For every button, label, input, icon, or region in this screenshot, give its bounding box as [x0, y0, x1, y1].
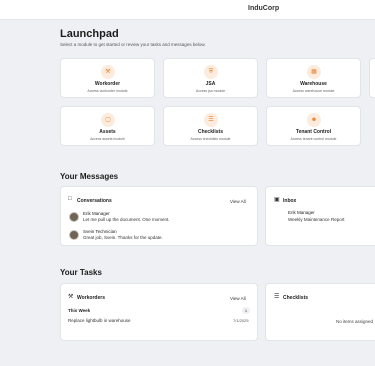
task-text: Replace lightbulb in warehouse — [68, 318, 131, 323]
checklists-title: Checklists — [283, 295, 309, 301]
module-card-checklists[interactable]: ☰ Checklists Access checklists module — [163, 106, 258, 146]
conversations-title: Conversations — [77, 198, 112, 204]
module-card-partial[interactable] — [369, 58, 375, 98]
task-date: 7/1/2025 — [233, 318, 249, 323]
module-card-assets[interactable]: ▢ Assets Access assets module — [60, 106, 155, 146]
conversation-sender: Erik Manager — [83, 211, 110, 216]
conversation-preview: Let me pull up the document. One moment. — [83, 217, 170, 222]
checklist-icon: ☰ — [274, 294, 280, 300]
inbox-icon: ▣ — [274, 197, 280, 203]
messages-section-title: Your Messages — [60, 172, 119, 181]
chat-icon: □ — [68, 196, 72, 202]
module-desc: Access jsa module — [195, 89, 226, 93]
task-group-label: This Week — [68, 308, 91, 313]
brand-name: InduCorp — [248, 5, 280, 12]
inbox-title: Inbox — [283, 198, 297, 204]
task-count-badge: 1 — [242, 307, 250, 314]
conversation-item[interactable]: Erik Manager Let me pull up the document… — [69, 211, 249, 225]
conversation-sender: Svein Technician — [83, 229, 117, 234]
workorders-view-all-link[interactable]: View All — [230, 296, 246, 301]
workorders-panel: ⚒ Workorders View All This Week 1 Replac… — [60, 283, 258, 341]
inbox-subject: Weekly Maintenance Report — [288, 217, 345, 222]
conversation-preview: Great job, Svein. Thanks for the update. — [83, 235, 163, 240]
avatar — [69, 212, 79, 222]
module-name: Warehouse — [300, 81, 327, 87]
module-card-workorder[interactable]: ⚒ Workorder Access workorder module — [60, 58, 155, 98]
module-desc: Access assets module — [90, 137, 125, 141]
checklists-empty-state: No items assigned — [336, 319, 374, 324]
conversation-item[interactable]: Svein Technician Great job, Svein. Thank… — [69, 229, 249, 243]
page-title: Launchpad — [60, 28, 119, 40]
module-desc: Access checklists module — [190, 137, 231, 141]
checklists-panel: ☰ Checklists No items assigned — [265, 283, 375, 341]
wrench-icon: ⚒ — [68, 294, 74, 300]
top-bar: InduCorp — [0, 0, 375, 20]
wrench-icon: ⚒ — [101, 65, 115, 79]
page-subtitle: Select a module to get started or review… — [60, 42, 206, 47]
module-name: JSA — [205, 81, 216, 87]
module-card-tenant-control[interactable]: ☻ Tenant Control Access tenant control m… — [266, 106, 361, 146]
avatar — [69, 230, 79, 240]
module-card-warehouse[interactable]: ▦ Warehouse Access warehouse module — [266, 58, 361, 98]
tasks-section-title: Your Tasks — [60, 268, 102, 277]
conversations-panel: □ Conversations View All Erik Manager Le… — [60, 186, 258, 246]
inbox-panel: ▣ Inbox Erik Manager Weekly Maintenance … — [265, 186, 375, 246]
checklist-icon: ☰ — [204, 113, 218, 127]
module-desc: Access workorder module — [87, 89, 128, 93]
module-desc: Access warehouse module — [292, 89, 335, 93]
module-name: Tenant Control — [295, 129, 332, 135]
module-name: Workorder — [94, 81, 121, 87]
warehouse-icon: ▦ — [307, 65, 321, 79]
inbox-sender: Erik Manager — [288, 210, 315, 215]
workorders-title: Workorders — [77, 295, 105, 301]
user-icon: ☻ — [307, 113, 321, 127]
box-icon: ▢ — [101, 113, 115, 127]
module-name: Assets — [99, 129, 116, 135]
module-name: Checklists — [197, 129, 223, 135]
shield-icon: ⛨ — [204, 65, 218, 79]
module-desc: Access tenant control module — [290, 137, 337, 141]
conversations-view-all-link[interactable]: View All — [230, 199, 246, 204]
module-card-jsa[interactable]: ⛨ JSA Access jsa module — [163, 58, 258, 98]
